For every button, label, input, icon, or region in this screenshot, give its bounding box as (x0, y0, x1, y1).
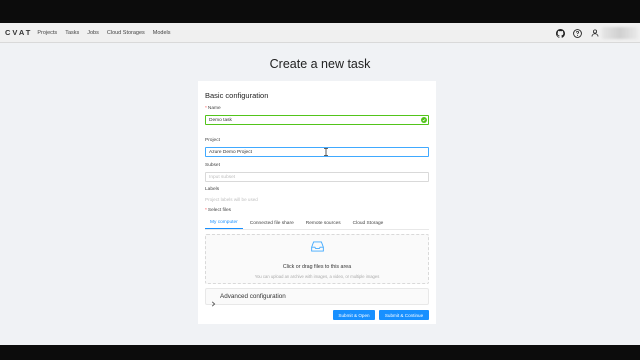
video-letterbox-bottom (0, 345, 640, 360)
subset-placeholder: Input subset (209, 174, 236, 180)
nav-cloud-storages[interactable]: Cloud Storages (107, 30, 145, 36)
username-blurred[interactable] (602, 27, 638, 39)
project-select-value: Azure Demo Project (209, 149, 252, 155)
top-header: CVAT Projects Tasks Jobs Cloud Storages … (0, 23, 640, 43)
nav-models[interactable]: Models (153, 30, 171, 36)
header-actions (556, 23, 640, 43)
required-mark: * (205, 208, 207, 213)
text-cursor-icon (323, 148, 329, 156)
name-label: *Name (205, 106, 221, 111)
cvat-logo[interactable]: CVAT (5, 28, 32, 37)
file-source-tabs: My computer Connected file share Remote … (205, 216, 429, 230)
create-task-form: Basic configuration *Name Demo task Proj… (198, 81, 436, 324)
tab-my-computer[interactable]: My computer (205, 220, 243, 229)
subset-label: Subset (205, 163, 220, 168)
nav-tasks[interactable]: Tasks (65, 30, 79, 36)
dropzone-hint: You can upload an archive with images, a… (254, 274, 380, 279)
tab-remote-sources[interactable]: Remote sources (301, 221, 346, 229)
section-title-basic-configuration: Basic configuration (205, 91, 269, 100)
nav-projects[interactable]: Projects (37, 30, 57, 36)
github-icon[interactable] (556, 28, 565, 38)
name-label-text: Name (207, 106, 221, 111)
dropzone-text: Click or drag files to this area (282, 264, 352, 270)
submit-open-button[interactable]: Submit & Open (333, 310, 375, 320)
submit-continue-button[interactable]: Submit & Continue (379, 310, 429, 320)
subset-input[interactable]: Input subset (205, 172, 429, 182)
chevron-right-icon (211, 294, 216, 307)
file-dropzone[interactable]: Click or drag files to this area You can… (205, 234, 429, 284)
help-icon[interactable] (573, 28, 582, 38)
project-select[interactable]: Azure Demo Project (205, 147, 429, 157)
name-input-value: Demo task (209, 117, 232, 123)
user-icon[interactable] (590, 29, 599, 38)
project-label: Project (205, 138, 220, 143)
advanced-configuration-collapse[interactable]: Advanced configuration (205, 288, 429, 307)
inbox-icon (311, 240, 324, 253)
labels-label: Labels (205, 187, 220, 192)
page-title: Create a new task (269, 57, 371, 71)
cvat-app: CVAT Projects Tasks Jobs Cloud Storages … (0, 23, 640, 345)
labels-hint: Project labels will be used (205, 197, 258, 202)
advanced-configuration-label: Advanced configuration (220, 293, 286, 300)
required-mark: * (205, 106, 207, 111)
check-circle-icon (421, 117, 427, 123)
video-letterbox-top (0, 0, 640, 23)
select-files-label-text: Select files (207, 208, 232, 213)
tab-connected-file-share[interactable]: Connected file share (245, 221, 299, 229)
select-files-label: *Select files (205, 208, 231, 213)
nav-jobs[interactable]: Jobs (87, 30, 99, 36)
page-scrollbar[interactable] (635, 43, 640, 345)
name-input[interactable]: Demo task (205, 115, 429, 125)
tab-cloud-storage[interactable]: Cloud Storage (348, 221, 389, 229)
